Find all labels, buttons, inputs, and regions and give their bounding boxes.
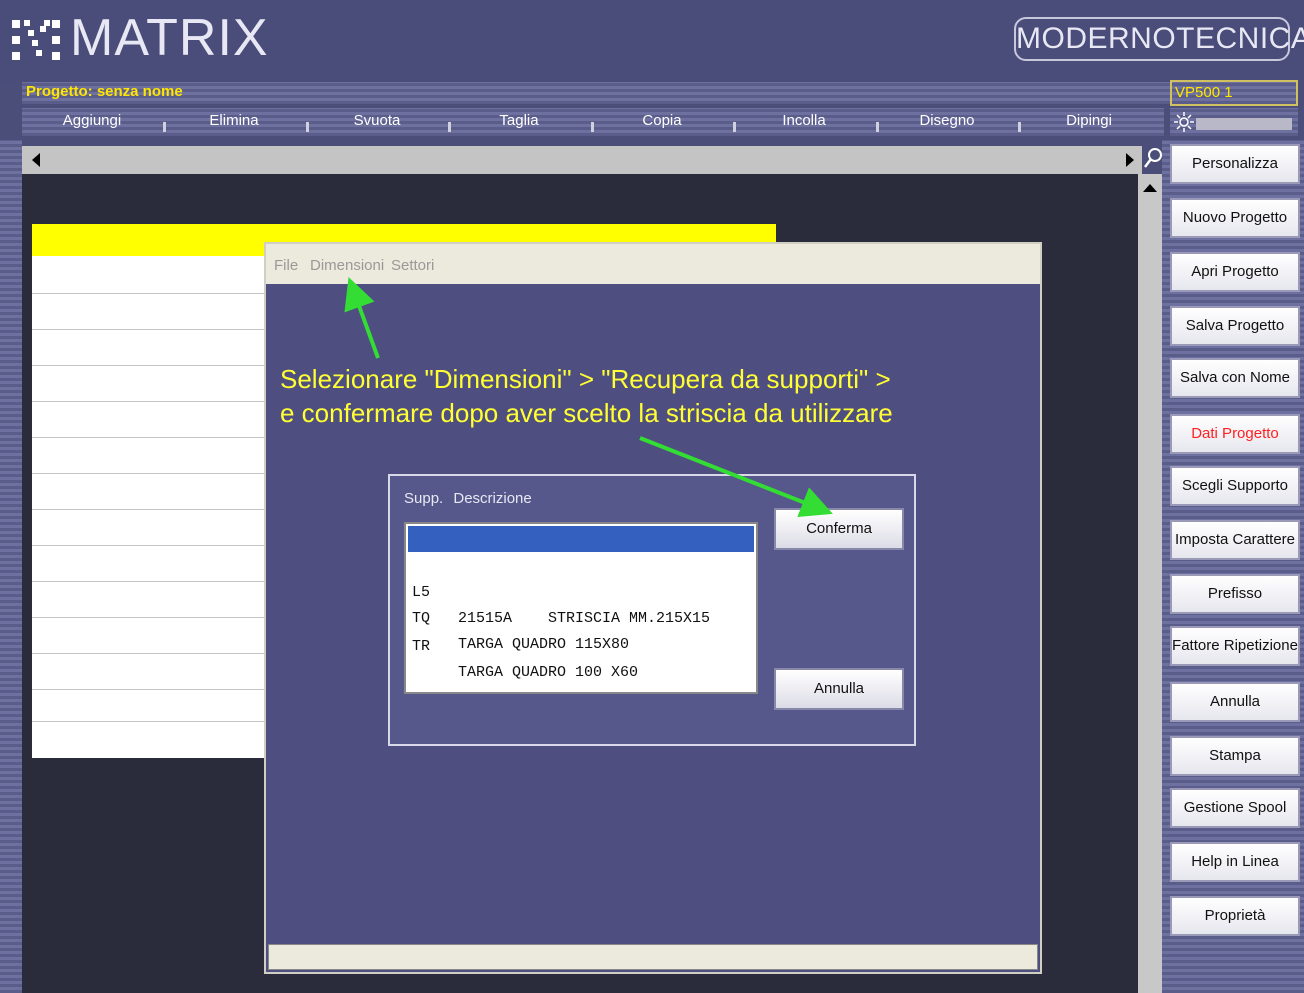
app-title: MATRIX bbox=[70, 9, 269, 67]
list-item[interactable]: TQ TARGA QUADRO 115X80 bbox=[408, 580, 754, 653]
toolbar-incolla-button[interactable]: Incolla bbox=[734, 108, 874, 134]
brand-logo: MODERNOTECNICA bbox=[1014, 17, 1304, 61]
conferma-button[interactable]: Conferma bbox=[774, 508, 904, 550]
app-header: MATRIX MODERNOTECNICA bbox=[0, 0, 1304, 82]
toolbar-svuota-button[interactable]: Svuota bbox=[307, 108, 447, 134]
support-selection-dialog: Supp. Descrizione L3 43015A STRISCIA MM.… bbox=[388, 474, 916, 746]
toolbar-elimina-button[interactable]: Elimina bbox=[164, 108, 304, 134]
annotation-line-2: e confermare dopo aver scelto la strisci… bbox=[280, 398, 893, 428]
salva-con-nome-button[interactable]: Salva con Nome bbox=[1170, 358, 1300, 398]
scroll-right-arrow-icon[interactable] bbox=[1120, 150, 1140, 170]
tool-slider[interactable] bbox=[1196, 118, 1292, 130]
fattore-ripetizione-button[interactable]: Fattore Ripetizione bbox=[1170, 626, 1300, 666]
scroll-left-arrow-icon[interactable] bbox=[26, 150, 46, 170]
imposta-carattere-button[interactable]: Imposta Carattere bbox=[1170, 520, 1300, 560]
support-list[interactable]: L3 43015A STRISCIA MM.430X15 L5 21515A S… bbox=[404, 522, 758, 694]
main-toolbar: Aggiungi Elimina Svuota Taglia Copia Inc… bbox=[22, 108, 1164, 136]
menu-dimensioni[interactable]: Dimensioni bbox=[310, 244, 384, 288]
list-item[interactable]: L5 21515A STRISCIA MM.215X15 bbox=[408, 554, 754, 627]
nuovo-progetto-button[interactable]: Nuovo Progetto bbox=[1170, 198, 1300, 238]
project-title: Progetto: senza nome bbox=[26, 83, 183, 100]
help-in-linea-button[interactable]: Help in Linea bbox=[1170, 842, 1300, 882]
stampa-button[interactable]: Stampa bbox=[1170, 736, 1300, 776]
annotation-line-1: Selezionare "Dimensioni" > "Recupera da … bbox=[280, 364, 891, 394]
vertical-scrollbar[interactable] bbox=[1138, 174, 1162, 993]
prefisso-button[interactable]: Prefisso bbox=[1170, 574, 1300, 614]
salva-progetto-button[interactable]: Salva Progetto bbox=[1170, 306, 1300, 346]
horizontal-scrollbar[interactable] bbox=[22, 146, 1142, 174]
right-sidebar: Personalizza Nuovo Progetto Apri Progett… bbox=[1162, 140, 1304, 993]
dimension-statusbar bbox=[268, 944, 1038, 970]
left-edge-stripe bbox=[0, 140, 22, 993]
machine-model-field[interactable]: VP500 1 bbox=[1170, 80, 1298, 106]
apri-progetto-button[interactable]: Apri Progetto bbox=[1170, 252, 1300, 292]
matrix-logo-icon bbox=[12, 20, 60, 60]
toolbar-dipingi-button[interactable]: Dipingi bbox=[1019, 108, 1159, 134]
instruction-annotation: Selezionare "Dimensioni" > "Recupera da … bbox=[280, 362, 893, 430]
annulla-sidebar-button[interactable]: Annulla bbox=[1170, 682, 1300, 722]
personalizza-button[interactable]: Personalizza bbox=[1170, 144, 1300, 184]
tool-icons-area bbox=[1170, 108, 1298, 136]
menu-settori[interactable]: Settori bbox=[391, 244, 434, 288]
dati-progetto-button[interactable]: Dati Progetto bbox=[1170, 414, 1300, 454]
dimension-menubar: File Dimensioni Settori bbox=[266, 244, 1040, 284]
list-item[interactable]: L3 43015A STRISCIA MM.430X15 bbox=[408, 526, 754, 599]
toolbar-disegno-button[interactable]: Disegno bbox=[877, 108, 1017, 134]
menu-file[interactable]: File bbox=[274, 244, 298, 288]
header-descrizione: Descrizione bbox=[453, 490, 532, 507]
gestione-spool-button[interactable]: Gestione Spool bbox=[1170, 788, 1300, 828]
project-bar: Progetto: senza nome bbox=[22, 82, 1170, 104]
dialog-bottom-strip bbox=[392, 712, 912, 742]
toolbar-taglia-button[interactable]: Taglia bbox=[449, 108, 589, 134]
zoom-magnifier-icon[interactable] bbox=[1142, 146, 1164, 172]
list-item[interactable]: TR TARGA QUADRO 100 X60 bbox=[408, 608, 754, 681]
proprieta-button[interactable]: Proprietà bbox=[1170, 896, 1300, 936]
header-supp: Supp. bbox=[404, 490, 444, 507]
scroll-up-arrow-icon[interactable] bbox=[1140, 178, 1160, 198]
scegli-supporto-button[interactable]: Scegli Supporto bbox=[1170, 466, 1300, 506]
toolbar-aggiungi-button[interactable]: Aggiungi bbox=[22, 108, 162, 134]
annulla-dialog-button[interactable]: Annulla bbox=[774, 668, 904, 710]
list-header: Supp. Descrizione bbox=[404, 490, 532, 507]
sun-icon[interactable] bbox=[1174, 112, 1194, 132]
toolbar-copia-button[interactable]: Copia bbox=[592, 108, 732, 134]
